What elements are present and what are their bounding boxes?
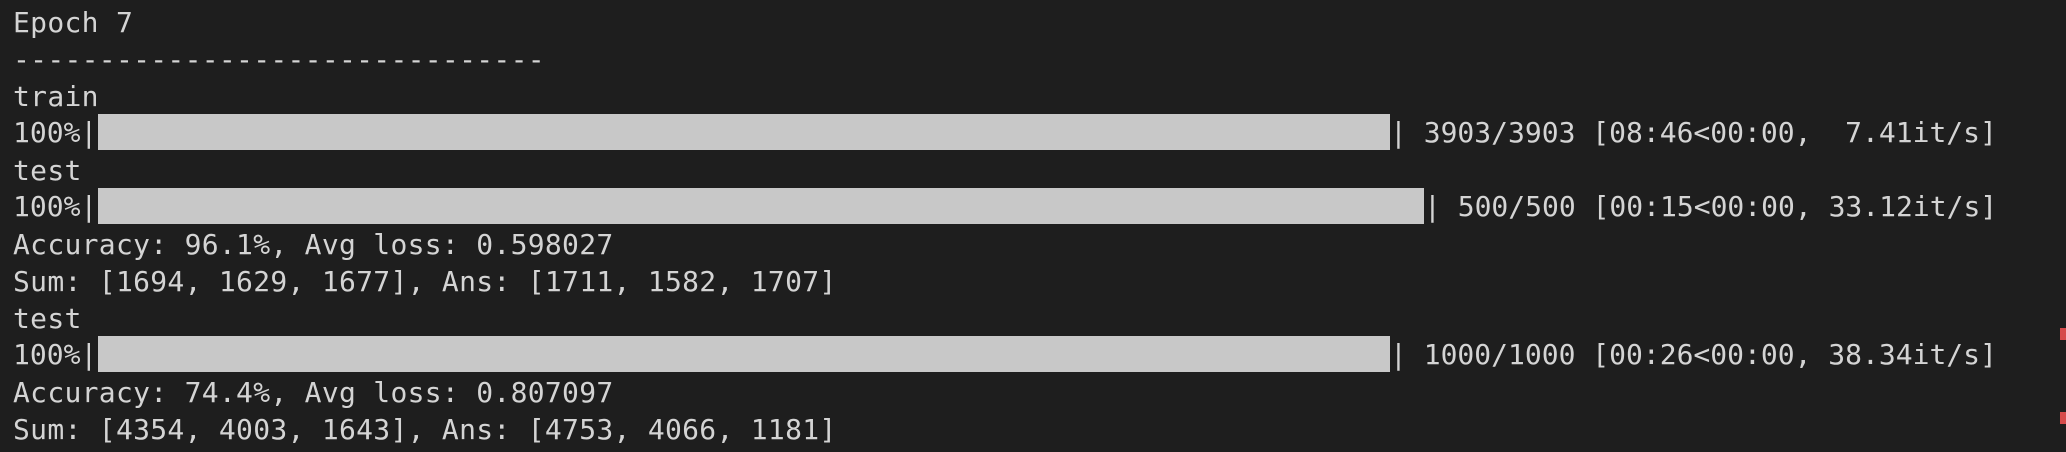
progress-stats: | 500/500 [00:15<00:00, 33.12it/s]: [1424, 190, 1998, 223]
terminal-output[interactable]: Epoch 7 ------------------------------- …: [0, 0, 2066, 452]
progress-percent: 100%|: [13, 116, 98, 149]
sum-line: Sum: [4354, 4003, 1643], Ans: [4753, 406…: [13, 413, 837, 446]
accuracy-line: Accuracy: 74.4%, Avg loss: 0.807097: [13, 376, 614, 409]
progress-row-test-1: 100%| | 500/500 [00:15<00:00, 33.12it/s]: [0, 188, 2066, 225]
accuracy-line: Accuracy: 96.1%, Avg loss: 0.598027: [13, 228, 614, 261]
sum-line: Sum: [1694, 1629, 1677], Ans: [1711, 158…: [13, 265, 837, 298]
divider-line: -------------------------------: [13, 43, 545, 76]
progress-bar-fill: [98, 336, 1390, 372]
progress-bar-fill: [98, 188, 1424, 224]
progress-bar-fill: [98, 114, 1390, 150]
phase-label-test: test: [13, 154, 82, 187]
scrollbar-marker[interactable]: [2060, 328, 2066, 340]
scrollbar-marker[interactable]: [2060, 412, 2066, 424]
epoch-header: Epoch 7: [13, 6, 134, 39]
progress-stats: | 1000/1000 [00:26<00:00, 38.34it/s]: [1390, 338, 1997, 371]
progress-row-test-2: 100%| | 1000/1000 [00:26<00:00, 38.34it/…: [0, 336, 2066, 373]
progress-percent: 100%|: [13, 190, 98, 223]
progress-percent: 100%|: [13, 338, 98, 371]
progress-row-train: 100%| | 3903/3903 [08:46<00:00, 7.41it/s…: [0, 114, 2066, 151]
phase-label-train: train: [13, 80, 99, 113]
progress-stats: | 3903/3903 [08:46<00:00, 7.41it/s]: [1390, 116, 1997, 149]
phase-label-test: test: [13, 302, 82, 335]
